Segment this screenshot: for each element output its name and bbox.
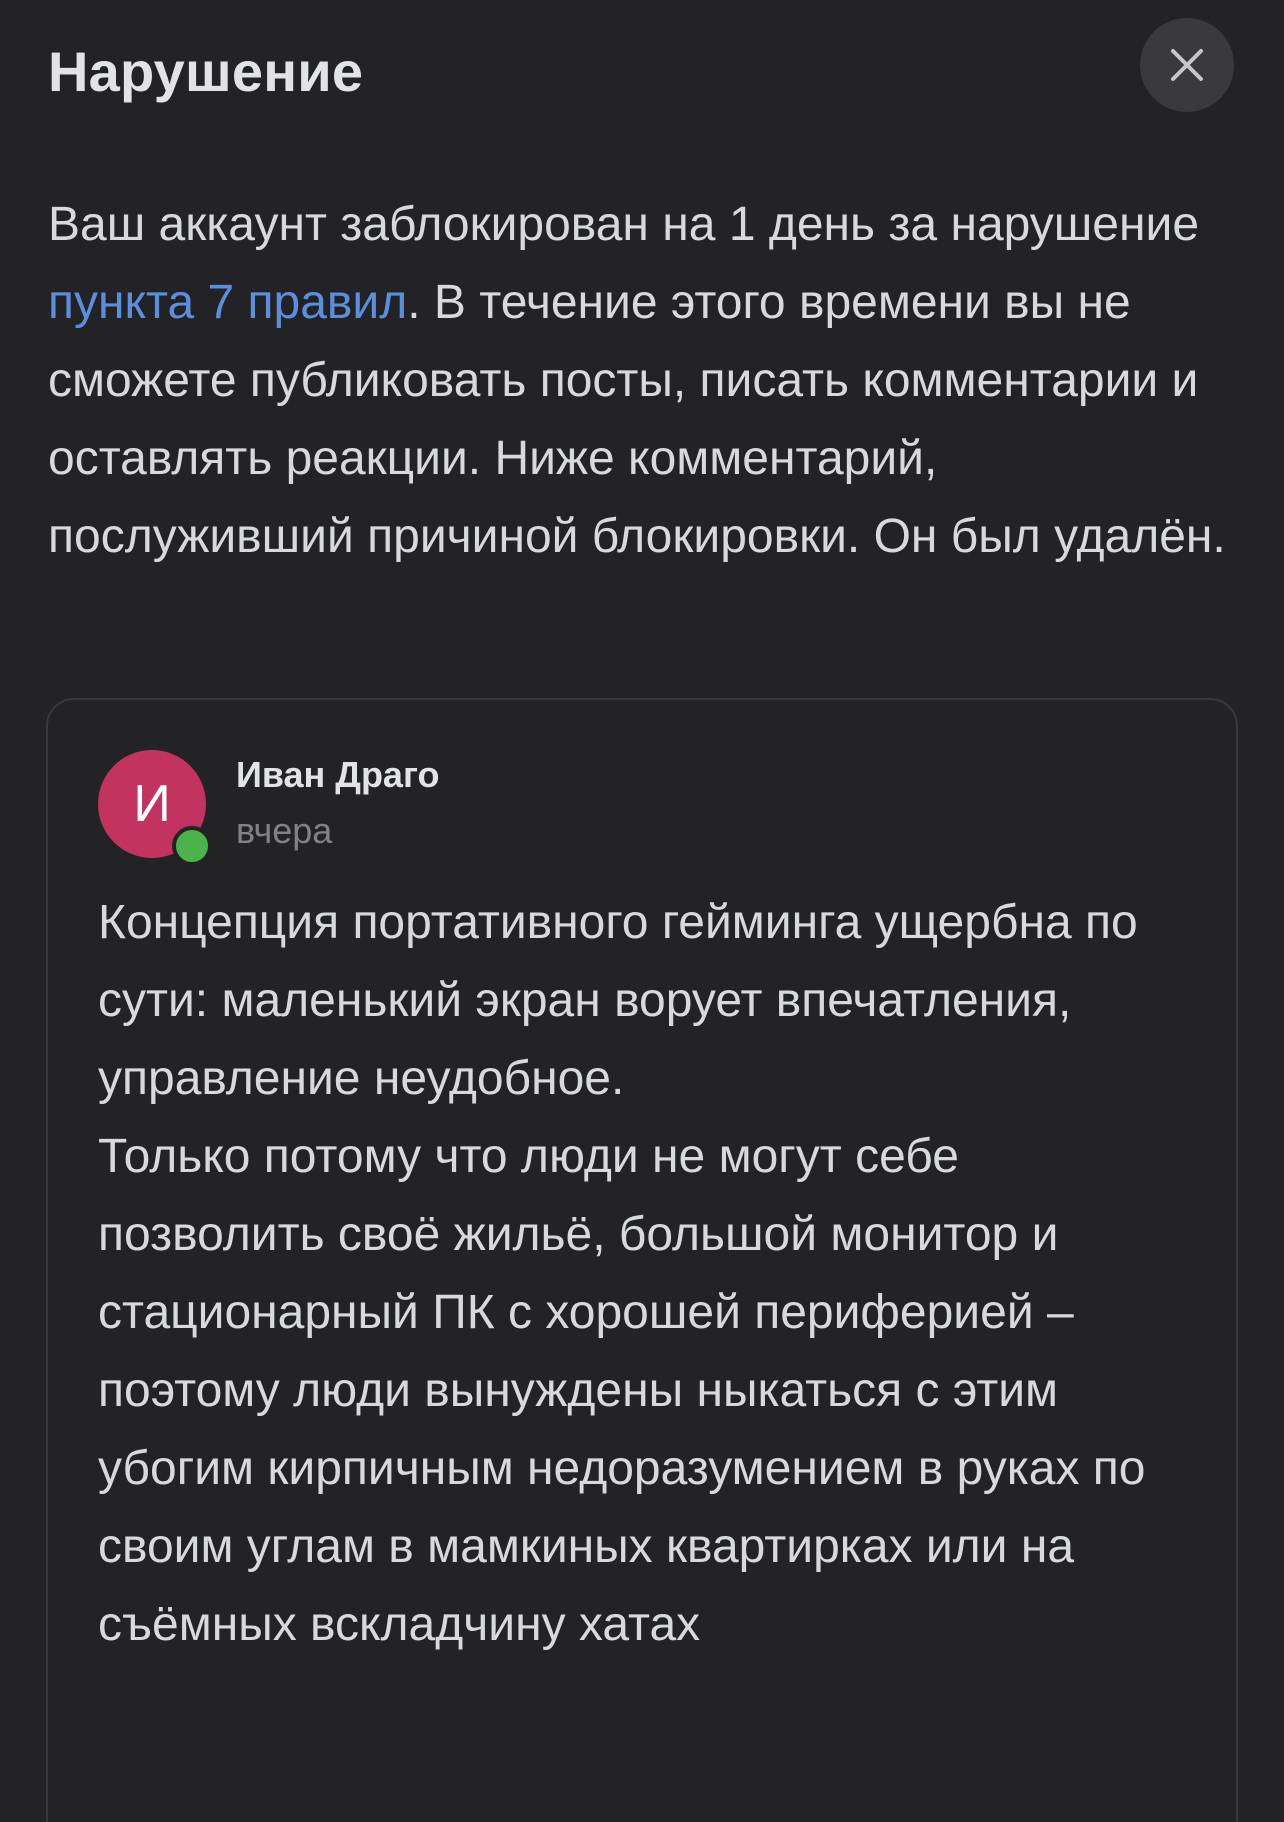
deleted-comment-card: И Иван Драго вчера Концепция портативног… [46,698,1238,1822]
rules-link[interactable]: пункта 7 правил [48,276,407,329]
avatar-letter: И [133,775,171,833]
comment-author[interactable]: Иван Драго [236,752,439,798]
comment-timestamp: вчера [236,810,333,851]
modal-title: Нарушение [48,40,364,103]
online-status-indicator [172,826,212,866]
notice-text-before: Ваш аккаунт заблокирован на 1 день за на… [48,198,1200,251]
close-button[interactable] [1140,18,1234,112]
violation-modal: Нарушение Ваш аккаунт заблокирован на 1 … [0,0,1284,1822]
ban-notice: Ваш аккаунт заблокирован на 1 день за на… [48,186,1248,576]
comment-paragraph: Концепция портативного гейминга ущербна … [98,896,1138,1105]
comment-body: Концепция портативного гейминга ущербна … [98,884,1178,1664]
close-icon [1170,48,1204,82]
comment-paragraph: Только потому что люди не могут себе поз… [98,1130,1146,1651]
